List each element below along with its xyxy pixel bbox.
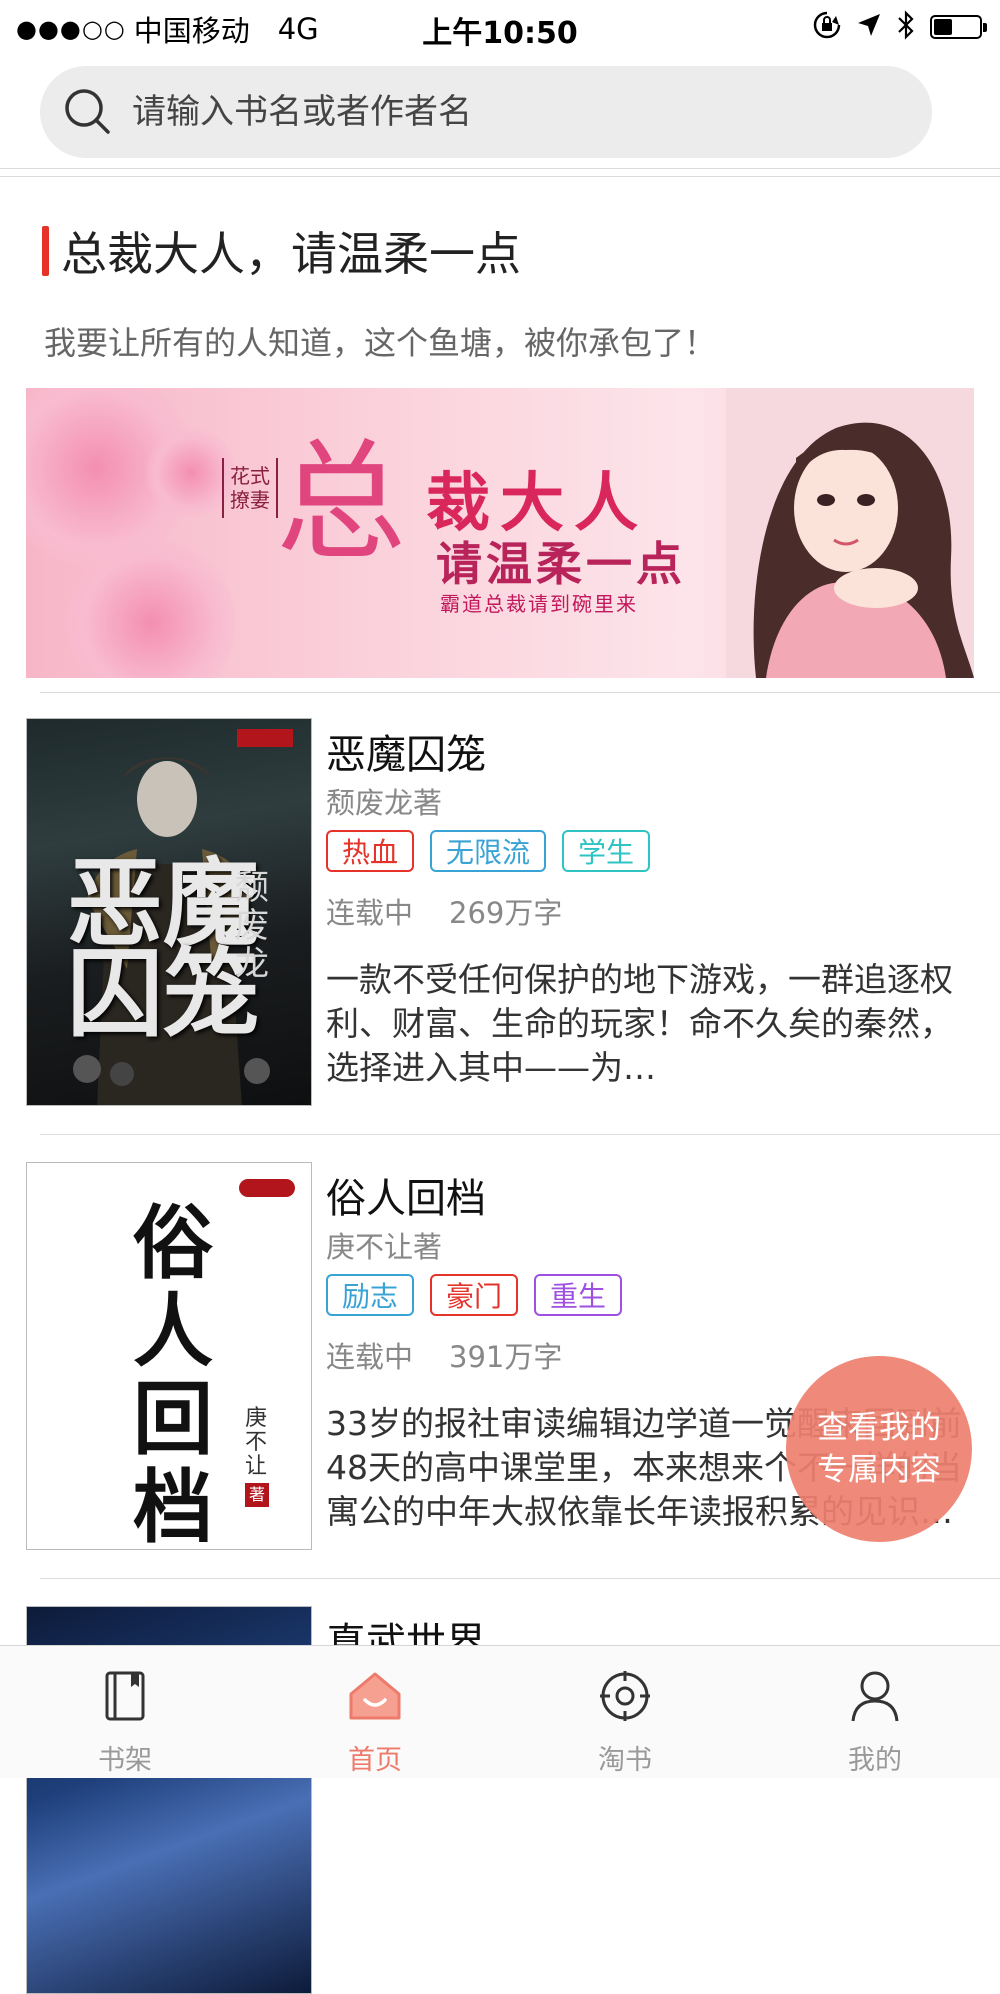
book-title[interactable]: 恶魔囚笼 bbox=[326, 722, 486, 780]
discover-icon bbox=[597, 1668, 653, 1724]
divider bbox=[40, 1134, 1000, 1135]
publisher-logo bbox=[237, 729, 293, 747]
banner-tag: 花式撩妻 bbox=[222, 458, 278, 518]
profile-icon bbox=[847, 1668, 903, 1724]
genre-tag[interactable]: 励志 bbox=[326, 1274, 415, 1316]
promo-banner[interactable]: 花式撩妻 总 裁大人 请温柔一点 霸道总裁请到碗里来 bbox=[26, 388, 974, 678]
divider bbox=[0, 176, 1000, 177]
search-input[interactable] bbox=[130, 91, 894, 133]
cover-author: 颓废龙 bbox=[235, 868, 269, 984]
tab-home[interactable]: 首页 bbox=[250, 1646, 500, 1778]
tag-list: 励志 豪门 重生 bbox=[326, 1274, 623, 1316]
serial-status: 连载中 bbox=[326, 896, 414, 930]
book-cover[interactable]: 俗人回档 庚不让 著 bbox=[26, 1162, 312, 1550]
book-meta: 连载中 391万字 bbox=[326, 1334, 562, 1376]
word-count: 269万字 bbox=[449, 896, 563, 930]
fab-label-line2: 专属内容 bbox=[817, 1452, 941, 1488]
book-author: 庚不让著 bbox=[326, 1230, 443, 1264]
tab-label: 淘书 bbox=[598, 1745, 652, 1776]
cover-author: 庚不让 bbox=[245, 1406, 268, 1479]
tab-discover[interactable]: 淘书 bbox=[500, 1646, 750, 1778]
divider bbox=[0, 168, 1000, 169]
location-icon bbox=[856, 12, 882, 42]
accent-bar bbox=[42, 226, 49, 276]
book-cover[interactable]: 恶魔囚笼 颓废龙 bbox=[26, 718, 312, 1106]
status-bar: ●●●○○ 中国移动 4G 上午10:50 bbox=[0, 0, 1000, 56]
genre-tag[interactable]: 学生 bbox=[562, 830, 651, 872]
promo-title[interactable]: 总裁大人，请温柔一点 bbox=[61, 218, 521, 284]
search-bar[interactable] bbox=[40, 66, 932, 158]
promo-subtitle: 我要让所有的人知道，这个鱼塘，被你承包了！ bbox=[44, 324, 717, 362]
cover-title: 俗人回档 bbox=[133, 1196, 213, 1550]
tab-profile[interactable]: 我的 bbox=[750, 1646, 1000, 1778]
fab-label-line1: 查看我的 bbox=[817, 1410, 941, 1446]
book-title[interactable]: 俗人回档 bbox=[326, 1166, 486, 1224]
tab-label: 我的 bbox=[848, 1745, 902, 1776]
my-exclusive-content-button[interactable]: 查看我的 专属内容 bbox=[786, 1356, 972, 1542]
genre-tag[interactable]: 无限流 bbox=[430, 830, 547, 872]
status-right bbox=[812, 10, 987, 44]
battery-level bbox=[934, 19, 952, 35]
battery-icon bbox=[930, 15, 987, 39]
tab-bookshelf[interactable]: 书架 bbox=[0, 1646, 250, 1778]
author-seal: 著 bbox=[245, 1483, 269, 1507]
tab-bar: 书架 首页 淘书 我的 bbox=[0, 1645, 1000, 1778]
book-meta: 连载中 269万字 bbox=[326, 890, 562, 932]
bookshelf-icon bbox=[97, 1668, 153, 1724]
search-icon bbox=[60, 84, 116, 140]
banner-illustration bbox=[726, 388, 974, 678]
book-description: 一款不受任何保护的地下游戏，一群追逐权利、财富、生命的玩家！命不久矣的秦然，选择… bbox=[326, 960, 953, 1087]
genre-tag[interactable]: 重生 bbox=[534, 1274, 623, 1316]
genre-tag[interactable]: 豪门 bbox=[430, 1274, 519, 1316]
book-author: 颓废龙著 bbox=[326, 786, 443, 820]
publisher-logo bbox=[239, 1179, 295, 1197]
serial-status: 连载中 bbox=[326, 1340, 414, 1374]
tab-label: 书架 bbox=[98, 1745, 152, 1776]
banner-big-char: 总 bbox=[276, 426, 407, 578]
tag-list: 热血 无限流 学生 bbox=[326, 830, 651, 872]
word-count: 391万字 bbox=[449, 1340, 563, 1374]
bluetooth-icon bbox=[896, 10, 916, 44]
promo-header[interactable]: 总裁大人，请温柔一点 bbox=[42, 218, 521, 284]
divider bbox=[40, 692, 1000, 693]
genre-tag[interactable]: 热血 bbox=[326, 830, 415, 872]
orientation-lock-icon bbox=[812, 10, 842, 44]
divider bbox=[40, 1578, 1000, 1579]
tab-label: 首页 bbox=[348, 1745, 402, 1776]
banner-subheadline: 请温柔一点 bbox=[436, 537, 686, 591]
home-icon bbox=[347, 1668, 403, 1724]
banner-tagline: 霸道总裁请到碗里来 bbox=[440, 592, 638, 616]
